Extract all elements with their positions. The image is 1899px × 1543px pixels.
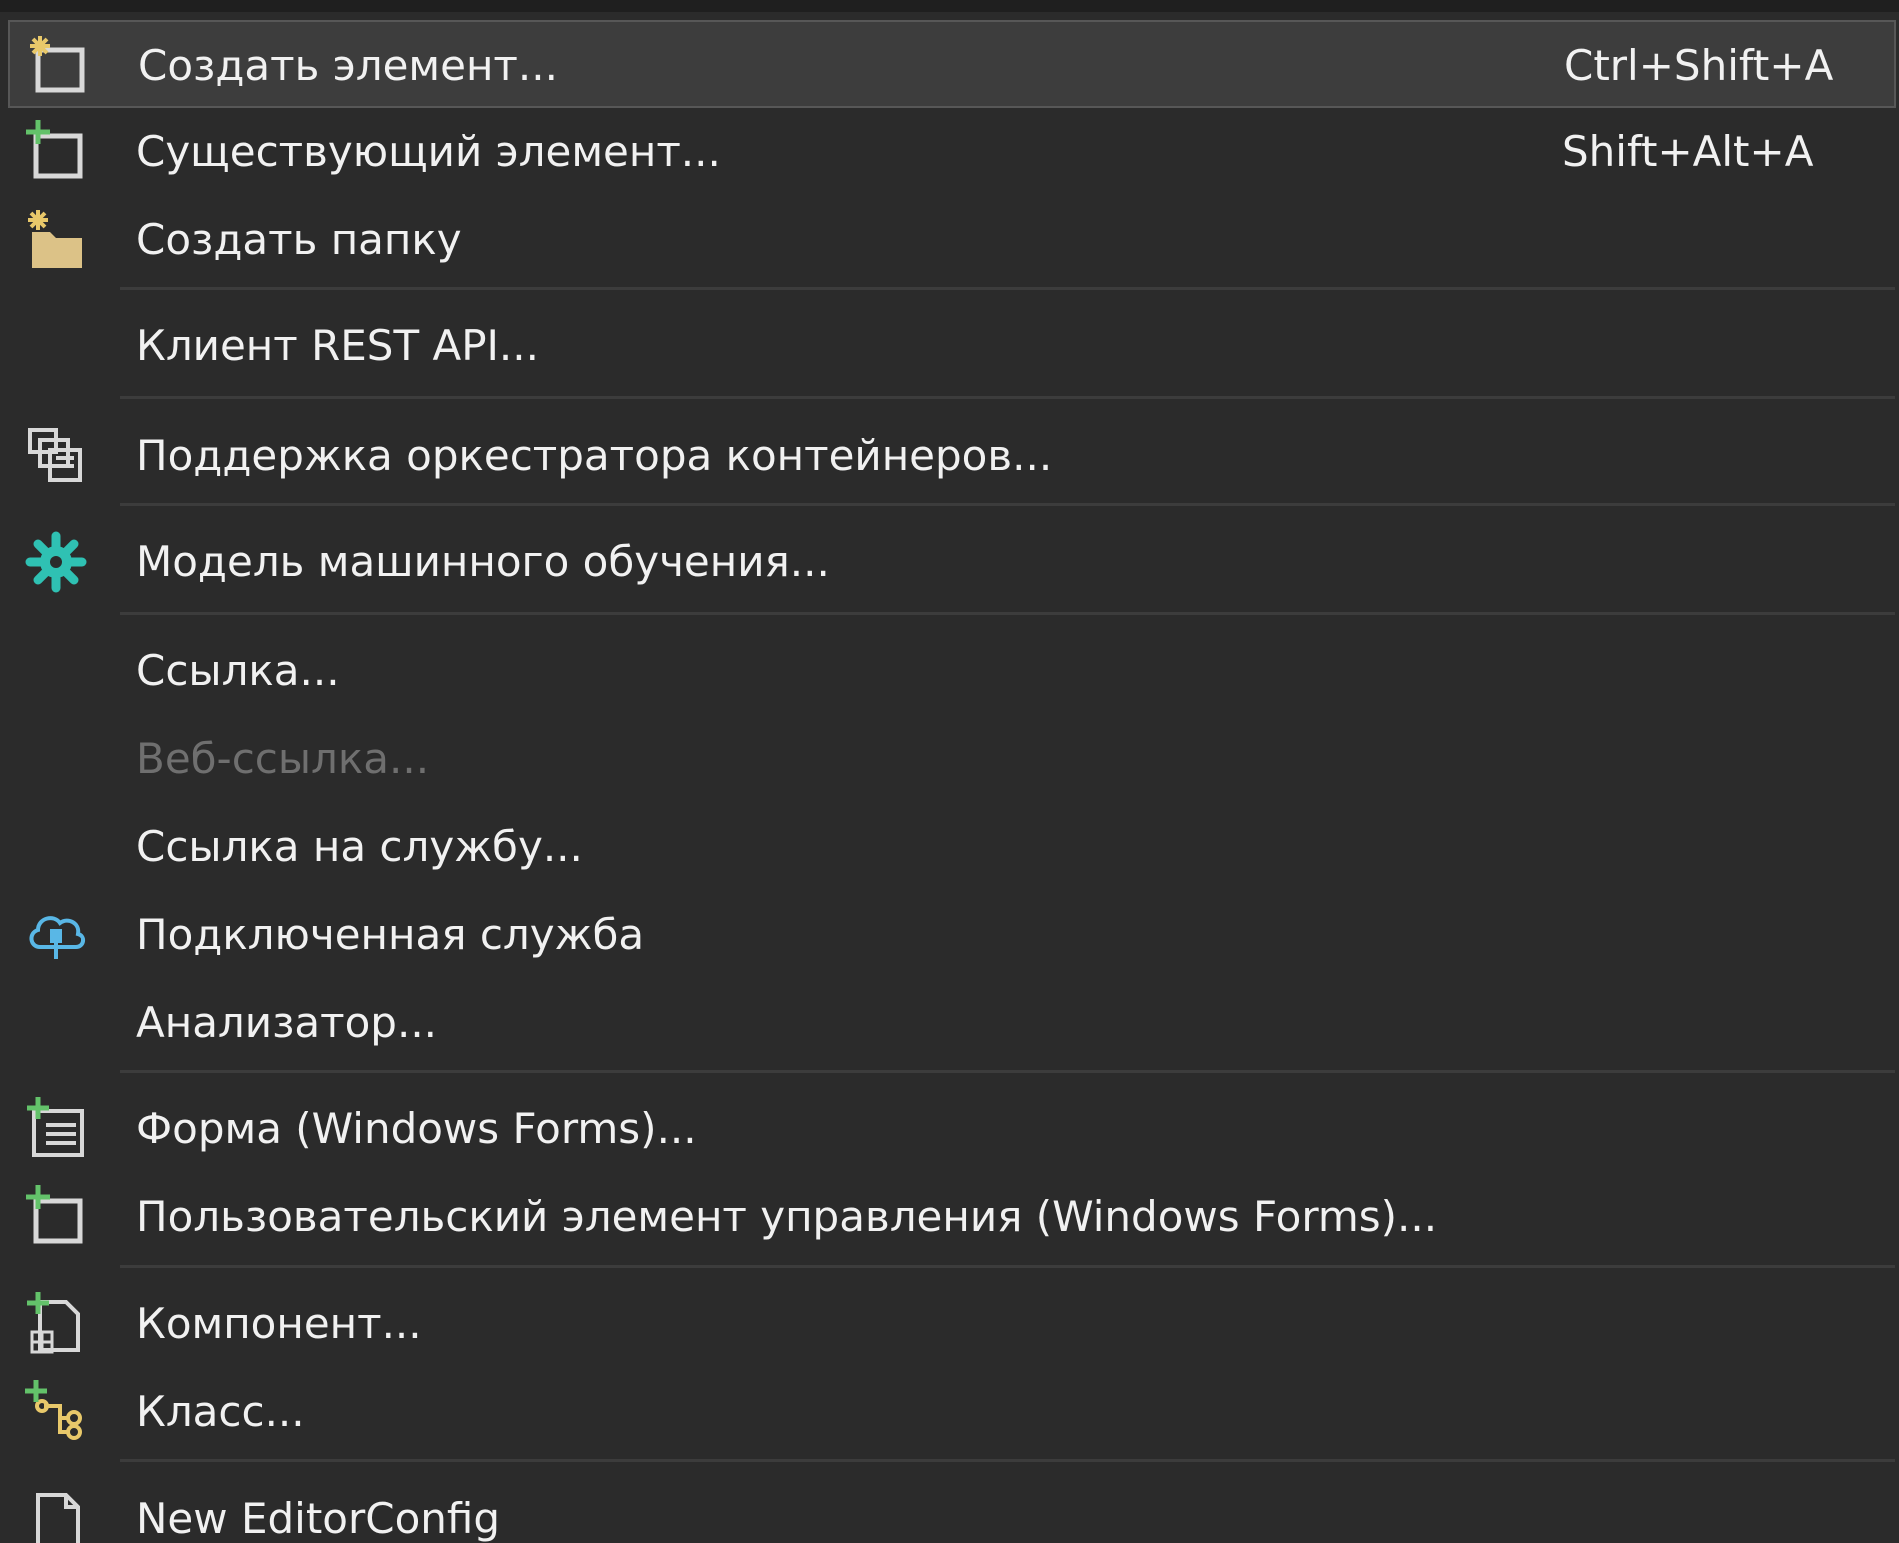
container-orchestrator-icon	[24, 424, 88, 488]
menu-item-label: Веб-ссылка...	[136, 734, 430, 783]
menu-item-label: Ссылка...	[136, 646, 340, 695]
menu-separator	[120, 503, 1895, 506]
menu-item-windows-form[interactable]: Форма (Windows Forms)...	[8, 1085, 1896, 1173]
menu-item-connected-service[interactable]: Подключенная служба	[8, 891, 1896, 979]
menu-item-reference[interactable]: Ссылка...	[8, 627, 1896, 715]
menu-item-label: Подключенная служба	[136, 910, 645, 959]
menu-item-label: New EditorConfig	[136, 1494, 501, 1543]
menu-separator	[120, 1459, 1895, 1462]
menu-item-label: Компонент...	[136, 1299, 422, 1348]
document-icon	[24, 1487, 88, 1543]
menu-item-rest-api-client[interactable]: Клиент REST API...	[8, 302, 1896, 390]
menu-item-label: Модель машинного обучения...	[136, 537, 830, 586]
menu-item-container-orchestrator[interactable]: Поддержка оркестратора контейнеров...	[8, 412, 1896, 500]
menu-item-label: Клиент REST API...	[136, 321, 539, 370]
menu-item-new-editorconfig[interactable]: New EditorConfig	[8, 1475, 1896, 1543]
menu-item-user-control[interactable]: Пользовательский элемент управления (Win…	[8, 1173, 1896, 1261]
menu-separator	[120, 396, 1895, 399]
connected-service-icon	[24, 903, 88, 967]
menu-item-new-folder[interactable]: Создать папку	[8, 196, 1896, 284]
menu-separator	[120, 612, 1895, 615]
menu-item-label: Пользовательский элемент управления (Win…	[136, 1192, 1438, 1241]
menu-item-shortcut: Ctrl+Shift+A	[1564, 41, 1834, 90]
menu-item-ml-model[interactable]: Модель машинного обучения...	[8, 518, 1896, 606]
new-folder-icon	[24, 208, 88, 272]
menu-item-label: Форма (Windows Forms)...	[136, 1104, 697, 1153]
menu-separator	[120, 1265, 1895, 1268]
context-menu: Создать элемент... Ctrl+Shift+A Существу…	[0, 0, 1899, 1543]
menu-item-shortcut: Shift+Alt+A	[1562, 127, 1814, 176]
menu-item-label: Существующий элемент...	[136, 127, 721, 176]
class-icon	[24, 1380, 88, 1444]
menu-item-new-item[interactable]: Создать элемент... Ctrl+Shift+A	[8, 20, 1896, 108]
menu-item-label: Анализатор...	[136, 998, 438, 1047]
menu-item-web-reference: Веб-ссылка...	[8, 715, 1896, 803]
menu-item-analyzer[interactable]: Анализатор...	[8, 979, 1896, 1067]
ml-model-icon	[24, 530, 88, 594]
menu-item-label: Класс...	[136, 1387, 305, 1436]
menu-separator	[120, 287, 1895, 290]
windows-form-icon	[24, 1097, 88, 1161]
new-item-icon	[26, 34, 90, 98]
component-icon	[24, 1292, 88, 1356]
menu-separator	[120, 1070, 1895, 1073]
menu-item-existing-item[interactable]: Существующий элемент... Shift+Alt+A	[8, 108, 1896, 196]
menu-item-label: Ссылка на службу...	[136, 822, 583, 871]
menu-item-label: Создать папку	[136, 215, 462, 264]
menu-item-label: Создать элемент...	[138, 41, 558, 90]
existing-item-icon	[24, 120, 88, 184]
menu-item-component[interactable]: Компонент...	[8, 1280, 1896, 1368]
menu-item-class[interactable]: Класс...	[8, 1368, 1896, 1456]
user-control-icon	[24, 1185, 88, 1249]
menu-item-label: Поддержка оркестратора контейнеров...	[136, 431, 1053, 480]
menu-item-service-reference[interactable]: Ссылка на службу...	[8, 803, 1896, 891]
